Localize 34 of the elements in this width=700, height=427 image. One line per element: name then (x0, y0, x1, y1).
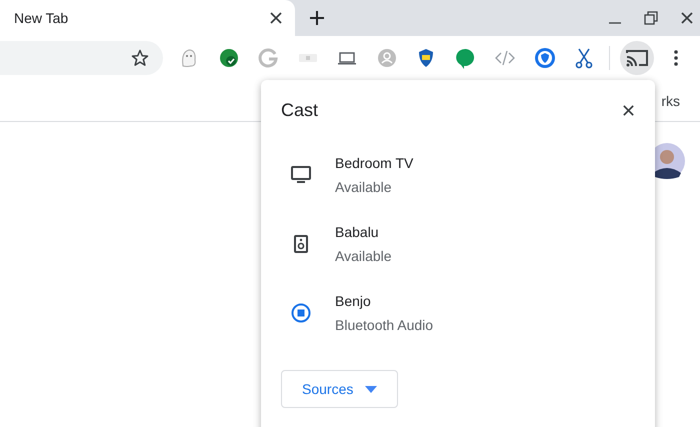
close-icon[interactable] (622, 104, 635, 117)
device-name[interactable]: Benjo (335, 293, 434, 309)
star-icon[interactable] (131, 49, 149, 67)
bookmark-label[interactable]: rks (661, 92, 680, 108)
tab-title: New Tab (14, 10, 70, 26)
chat-bubble-icon (456, 48, 474, 69)
tv-icon (291, 166, 311, 184)
new-tab-icon[interactable] (309, 10, 325, 26)
device-status: Available (335, 248, 392, 264)
shield-badge-icon (534, 48, 554, 68)
check-icon (220, 49, 238, 67)
sources-button[interactable]: Sources (281, 370, 398, 408)
restore-icon[interactable] (644, 11, 658, 25)
scissors-icon (576, 48, 592, 68)
cast-button[interactable] (620, 41, 654, 75)
device-name[interactable]: Bedroom TV (335, 155, 414, 171)
dialog-title: Cast (281, 100, 318, 121)
stop-icon (291, 303, 311, 323)
g-logo-icon (258, 48, 278, 68)
laptop-icon (338, 52, 356, 64)
person-icon (378, 49, 396, 67)
close-window-icon[interactable] (680, 11, 694, 25)
device-status: Bluetooth Audio (335, 317, 434, 333)
device-status: Available (335, 179, 393, 195)
dropdown-arrow-icon (365, 386, 378, 392)
close-tab-icon[interactable] (269, 11, 283, 25)
menu-icon[interactable] (674, 50, 678, 66)
speaker-icon (294, 235, 308, 253)
browser-tab[interactable]: New Tab (0, 0, 295, 36)
cast-icon (626, 49, 648, 67)
shield-icon (419, 49, 433, 67)
code-icon (495, 50, 515, 66)
device-name[interactable]: Babalu (335, 224, 392, 240)
ghost-icon (182, 50, 196, 67)
